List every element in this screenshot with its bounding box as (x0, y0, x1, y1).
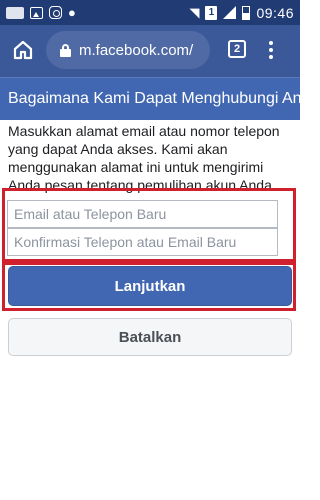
status-bar: ● ◥ 1 09:46 (0, 0, 300, 25)
status-bar-left: ● (6, 6, 76, 19)
description-text: Masukkan alamat email atau nomor telepon… (8, 123, 280, 193)
status-time: 09:46 (256, 4, 294, 21)
wifi-icon: ◥ (189, 5, 200, 20)
page-title: Bagaimana Kami Dapat Menghubungi Anda? (0, 77, 300, 120)
home-icon (13, 40, 33, 60)
browser-toolbar: m.facebook.com/ 2 (0, 25, 300, 77)
image-icon (30, 6, 43, 19)
address-bar[interactable]: m.facebook.com/ (46, 31, 210, 69)
email-field[interactable] (7, 200, 278, 228)
status-bar-right: ◥ 1 09:46 (189, 5, 294, 21)
tabs-button[interactable]: 2 (228, 40, 246, 58)
signal-icon (223, 6, 237, 19)
lock-icon (60, 43, 71, 57)
url-text: m.facebook.com/ (79, 41, 194, 59)
cancel-button[interactable]: Batalkan (8, 318, 292, 356)
confirm-email-field[interactable] (7, 228, 278, 256)
home-button[interactable] (12, 39, 34, 61)
more-menu-icon (269, 41, 273, 45)
continue-button[interactable]: Lanjutkan (8, 266, 292, 306)
more-menu-button[interactable] (264, 39, 278, 61)
instagram-icon (49, 6, 62, 19)
chat-icon: ● (68, 5, 76, 20)
sim-icon: 1 (205, 5, 218, 20)
battery-icon (242, 5, 251, 20)
tab-count: 2 (233, 43, 241, 55)
app-notification-icon (6, 6, 24, 19)
